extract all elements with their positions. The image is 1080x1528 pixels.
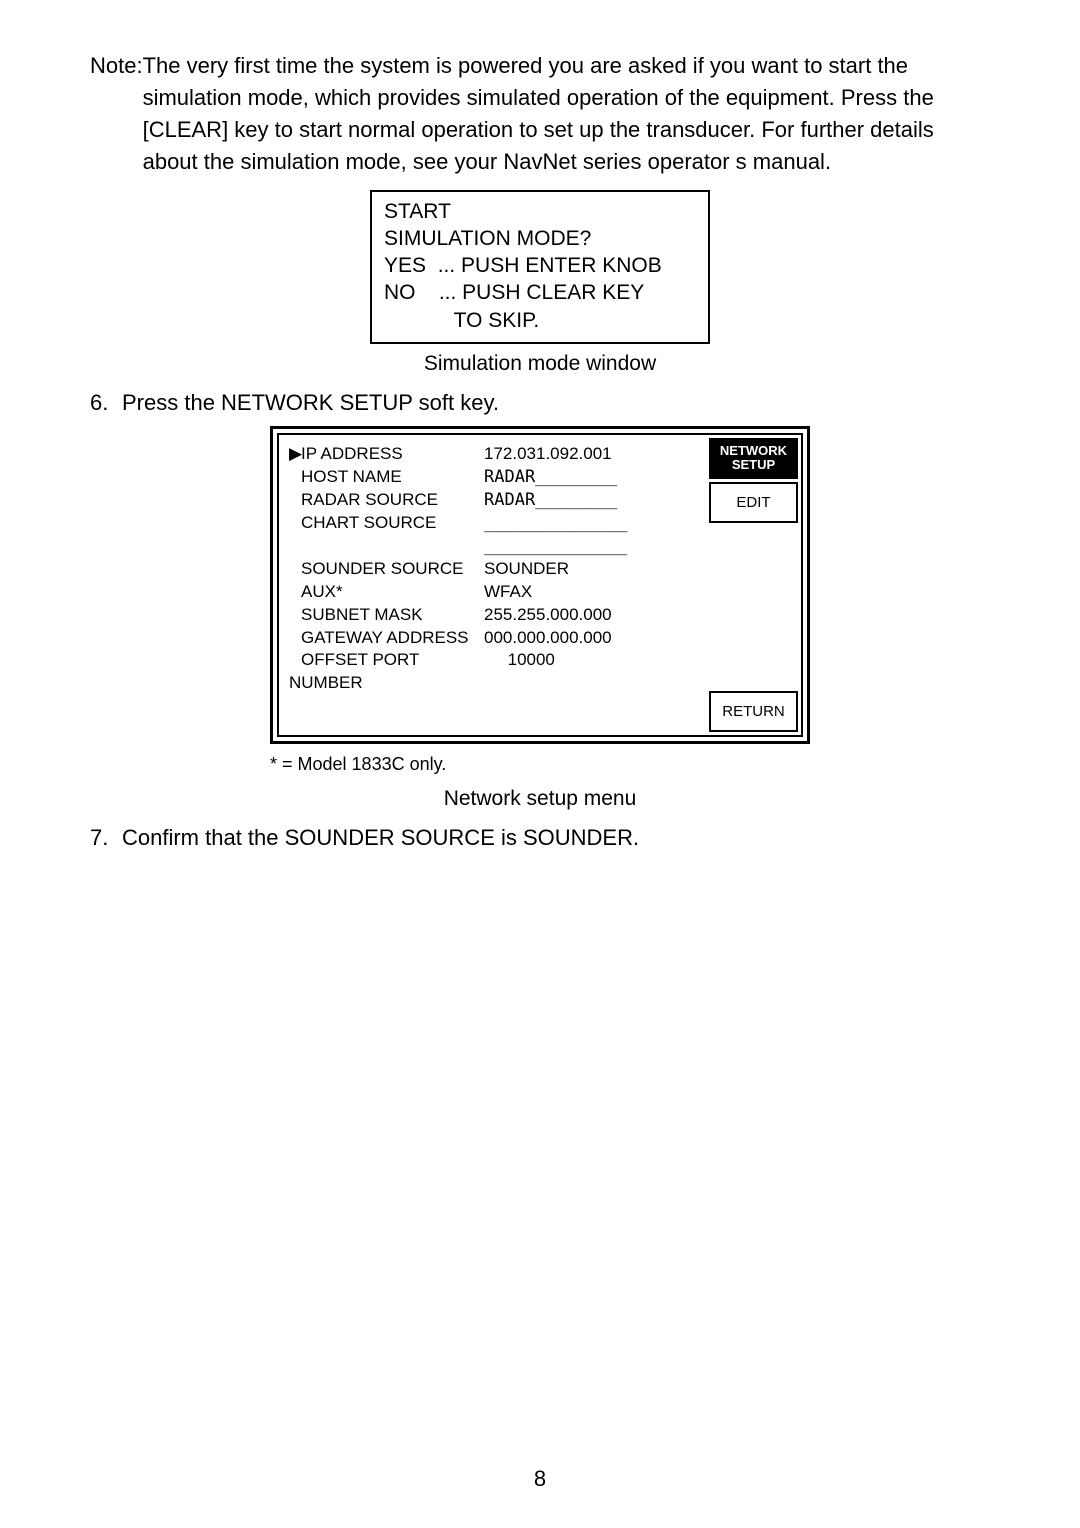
simulation-mode-window: START SIMULATION MODE? YES ... PUSH ENTE… bbox=[370, 190, 710, 344]
label-radar-src: RADAR SOURCE bbox=[301, 490, 438, 509]
row-chart-source: CHART SOURCE ______________ bbox=[289, 512, 696, 535]
label-host: HOST NAME bbox=[301, 467, 402, 486]
step-7-text: Confirm that the SOUNDER SOURCE is SOUND… bbox=[122, 825, 639, 851]
simulation-caption: Simulation mode window bbox=[90, 352, 990, 376]
return-button[interactable]: RETURN bbox=[709, 691, 798, 732]
label-sounder-src: SOUNDER SOURCE bbox=[301, 559, 463, 578]
row-blank: ______________ bbox=[289, 535, 696, 558]
row-ip-address: ▶IP ADDRESS 172.031.092.001 bbox=[289, 443, 696, 466]
note-label: Note: bbox=[90, 50, 143, 178]
value-sounder-src: SOUNDER bbox=[484, 558, 569, 581]
label-subnet: SUBNET MASK bbox=[301, 605, 423, 624]
page-number: 8 bbox=[0, 1466, 1080, 1492]
row-aux: AUX* WFAX bbox=[289, 581, 696, 604]
edit-button[interactable]: EDIT bbox=[709, 482, 798, 523]
value-host: RADAR________ bbox=[484, 466, 617, 489]
network-content-panel: ▶IP ADDRESS 172.031.092.001 HOST NAME RA… bbox=[279, 435, 706, 735]
label-chart-src: CHART SOURCE bbox=[301, 513, 436, 532]
value-chart-src: ______________ bbox=[484, 512, 627, 535]
value-gateway: 000.000.000.000 bbox=[484, 627, 612, 650]
sim-line-3: YES ... PUSH ENTER KNOB bbox=[384, 252, 696, 279]
step-7-number: 7. bbox=[90, 825, 122, 851]
note-paragraph: Note: The very first time the system is … bbox=[90, 50, 990, 178]
sim-line-1: START bbox=[384, 198, 696, 225]
value-subnet: 255.255.000.000 bbox=[484, 604, 612, 627]
network-caption: Network setup menu bbox=[90, 787, 990, 811]
sim-line-5: TO SKIP. bbox=[384, 307, 696, 334]
network-sidebar: NETWORK SETUP EDIT RETURN bbox=[706, 435, 801, 735]
step-6: 6. Press the NETWORK SETUP soft key. bbox=[90, 390, 990, 416]
step-6-text: Press the NETWORK SETUP soft key. bbox=[122, 390, 499, 416]
step-6-number: 6. bbox=[90, 390, 122, 416]
network-setup-screen: ▶IP ADDRESS 172.031.092.001 HOST NAME RA… bbox=[270, 426, 810, 744]
value-aux: WFAX bbox=[484, 581, 532, 604]
sim-line-2: SIMULATION MODE? bbox=[384, 225, 696, 252]
row-offset-port: OFFSET PORT NUMBER 10000 bbox=[289, 649, 696, 695]
network-title-l1: NETWORK bbox=[720, 443, 787, 458]
network-title-l2: SETUP bbox=[732, 457, 775, 472]
row-host-name: HOST NAME RADAR________ bbox=[289, 466, 696, 489]
label-ip: IP ADDRESS bbox=[301, 444, 403, 463]
label-aux: AUX* bbox=[301, 582, 343, 601]
note-text: The very first time the system is powere… bbox=[143, 50, 990, 178]
row-sounder-source: SOUNDER SOURCE SOUNDER bbox=[289, 558, 696, 581]
value-radar-src: RADAR________ bbox=[484, 489, 617, 512]
footnote-1833c: * = Model 1833C only. bbox=[270, 754, 810, 775]
row-subnet-mask: SUBNET MASK 255.255.000.000 bbox=[289, 604, 696, 627]
network-setup-title: NETWORK SETUP bbox=[709, 438, 798, 479]
row-gateway: GATEWAY ADDRESS 000.000.000.000 bbox=[289, 627, 696, 650]
sim-line-4: NO ... PUSH CLEAR KEY bbox=[384, 279, 696, 306]
label-offset: OFFSET PORT NUMBER bbox=[289, 650, 419, 692]
value-blank: ______________ bbox=[484, 535, 627, 558]
label-gateway: GATEWAY ADDRESS bbox=[301, 628, 469, 647]
value-offset: 10000 bbox=[484, 649, 555, 695]
value-ip: 172.031.092.001 bbox=[484, 443, 612, 466]
row-radar-source: RADAR SOURCE RADAR________ bbox=[289, 489, 696, 512]
step-7: 7. Confirm that the SOUNDER SOURCE is SO… bbox=[90, 825, 990, 851]
cursor-icon: ▶ bbox=[289, 443, 301, 466]
